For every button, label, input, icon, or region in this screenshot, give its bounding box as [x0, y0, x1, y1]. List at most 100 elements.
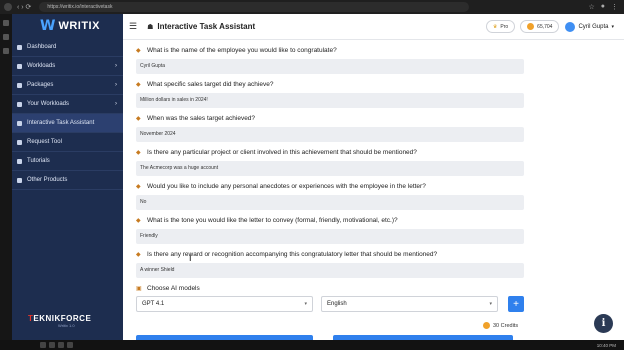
profile-icon[interactable]: ● [601, 3, 605, 11]
sidebar-item-label: Tutorials [27, 158, 50, 164]
answer-field[interactable]: The Acmecorp was a huge account [136, 161, 524, 176]
user-name: Cyril Gupta [578, 23, 609, 30]
model-selects: GPT 4.1 ▾ English ▾ + [136, 296, 524, 312]
chevron-down-icon: ▾ [489, 301, 492, 307]
answer-field[interactable]: November 2024 [136, 127, 524, 142]
taskbar-app-icon[interactable] [40, 342, 46, 348]
question-label: ◆ When was the sales target achieved? [136, 113, 524, 124]
sidebar-item[interactable]: Dashboard [12, 38, 123, 57]
taskbar-app-icon[interactable] [67, 342, 73, 348]
user-icon [17, 120, 22, 126]
sidebar-item-label: Other Products [27, 177, 68, 183]
language-select[interactable]: English ▾ [321, 296, 498, 312]
question-label: ◆ What is the tone you would like the let… [136, 215, 524, 226]
sidebar-item-label: Workloads [27, 63, 56, 69]
sidebar-item[interactable]: Interactive Task Assistant [12, 114, 123, 133]
crown-icon: ♛ [492, 23, 498, 30]
target-icon: ◆ [136, 82, 141, 88]
coin-icon [483, 322, 490, 329]
app-logo[interactable]: W WRITIX [12, 14, 123, 38]
answer-field[interactable]: Friendly [136, 229, 524, 244]
hamburger-menu-icon[interactable]: ☰ [129, 21, 137, 32]
chevron-down-icon: ▾ [611, 23, 614, 30]
chevron-right-icon: › [115, 82, 117, 88]
sidebar-item[interactable]: Packages › [12, 76, 123, 95]
answer-field[interactable]: Cyril Gupta [136, 59, 524, 74]
clock: 10:40 PM [596, 342, 616, 348]
credits-note: 30 Credits [483, 322, 518, 329]
avatar [565, 21, 576, 32]
sidebar-item[interactable]: Workloads › [12, 57, 123, 76]
side-panel-icon[interactable] [3, 34, 9, 40]
question-label: ◆ What is the name of the employee you wo… [136, 45, 524, 56]
pro-label: Pro [500, 23, 509, 30]
cursor-icon: I [189, 253, 192, 263]
brand-sub: Writix 1.0 [58, 323, 75, 328]
sidebar-item[interactable]: Your Workloads › [12, 95, 123, 114]
question-text: What is the tone you would like the lett… [147, 217, 398, 224]
workloads-icon [17, 63, 22, 69]
video-icon [17, 158, 22, 164]
chevron-right-icon: › [115, 63, 117, 69]
sidebar-item[interactable]: Request Tool [12, 133, 123, 152]
browser-chrome: ‹ › ⟳ https://writix.io/interactivetask … [0, 0, 624, 14]
address-bar[interactable]: https://writix.io/interactivetask [39, 2, 470, 12]
side-panel-icon[interactable] [3, 48, 9, 54]
answer-field[interactable]: A winner Shield [136, 263, 524, 278]
pro-badge[interactable]: ♛ Pro [485, 20, 516, 33]
browser-side-panel [0, 14, 12, 340]
back-forward-icon[interactable]: ‹ › ⟳ [17, 3, 31, 11]
extensions-icon[interactable]: ☆ [588, 3, 594, 11]
sun-icon: ◆ [136, 150, 141, 156]
calendar-icon: ◆ [136, 116, 141, 122]
add-model-button[interactable]: + [508, 296, 524, 312]
page-title: Interactive Task Assistant [157, 22, 256, 31]
model-select[interactable]: GPT 4.1 ▾ [136, 296, 313, 312]
grid-icon [17, 177, 22, 183]
folder-icon [17, 101, 22, 107]
question-label: ◆ Is there any particular project or clie… [136, 147, 524, 158]
sidebar-item-label: Packages [27, 82, 54, 88]
sidebar-item-label: Dashboard [27, 44, 57, 50]
chevron-right-icon: › [115, 101, 117, 107]
credits-badge[interactable]: 65,704 [520, 20, 560, 33]
question-text: When was the sales target achieved? [147, 115, 256, 122]
sidebar-item[interactable]: Tutorials [12, 152, 123, 171]
answer-field[interactable]: Million dollars in sales in 2024! [136, 93, 524, 108]
question-text: What specific sales target did they achi… [147, 81, 274, 88]
brand-name: EKNIKFORCE [33, 314, 92, 323]
models-label: ▣ Choose AI models [136, 283, 524, 294]
robot-icon: ☗ [147, 23, 154, 31]
os-taskbar: 10:40 PM [0, 340, 624, 350]
medal-icon: ◆ [136, 252, 141, 258]
sidebar-item[interactable]: Other Products [12, 171, 123, 190]
taskbar-app-icon[interactable] [49, 342, 55, 348]
side-panel-icon[interactable] [3, 20, 9, 26]
credits-note-text: 30 Credits [493, 322, 519, 329]
smile-icon: ◆ [136, 184, 141, 190]
chip-icon: ▣ [136, 286, 142, 292]
logo-mark: W [40, 18, 56, 34]
tool-icon [17, 139, 22, 145]
sidebar-item-label: Interactive Task Assistant [27, 120, 95, 126]
user-menu[interactable]: Cyril Gupta ▾ [565, 21, 614, 32]
question-text: Would you like to include any personal a… [147, 183, 426, 190]
thought-icon: ◆ [136, 218, 141, 224]
sidebar-item-label: Request Tool [27, 139, 62, 145]
credits-count: 65,704 [537, 23, 553, 30]
coin-icon [527, 23, 535, 30]
browser-tab-icon[interactable] [4, 3, 12, 11]
models-label-text: Choose AI models [147, 285, 200, 292]
sidebar-item-label: Your Workloads [27, 101, 70, 107]
model-value: GPT 4.1 [142, 301, 165, 307]
menu-icon[interactable]: ⋮ [611, 3, 618, 11]
sidebar: W WRITIX Dashboard Workloads › Packages › You… [12, 14, 123, 340]
question-text: What is the name of the employee you wou… [147, 47, 337, 54]
info-icon[interactable]: i [594, 314, 613, 333]
packages-icon [17, 82, 22, 88]
taskbar-app-icon[interactable] [58, 342, 64, 348]
answer-field[interactable]: No [136, 195, 524, 210]
main-content: ☰ ☗ Interactive Task Assistant ♛ Pro 65,7… [123, 14, 624, 340]
mic-icon: ◆ [136, 48, 141, 54]
logo-text: WRITIX [58, 20, 100, 32]
